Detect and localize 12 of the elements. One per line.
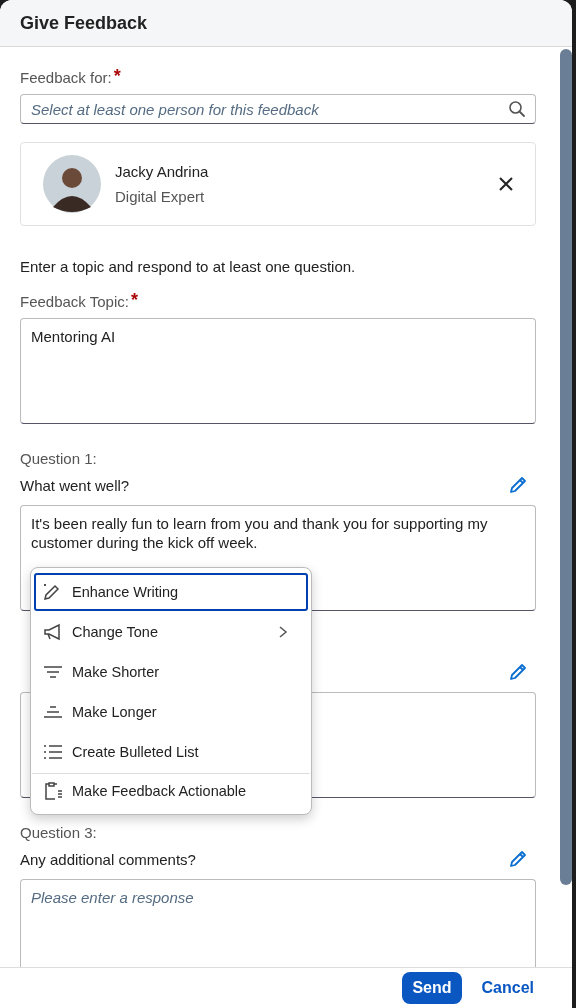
person-name: Jacky Andrina [115, 163, 210, 180]
instruction-text: Enter a topic and respond to at least one question. [20, 258, 357, 275]
question-label: Question 1: [20, 450, 98, 467]
person-role: Digital Expert [115, 188, 206, 205]
field-label: Feedback for: [20, 69, 112, 86]
field-label: Feedback Topic: [20, 293, 129, 310]
question-text: Any additional comments? [20, 850, 196, 868]
question-label: Question 3: [20, 824, 98, 841]
required-mark: * [130, 293, 138, 310]
question-text: What went well? [20, 476, 130, 494]
dialog-title: Give Feedback [20, 12, 148, 34]
required-mark: * [113, 69, 121, 86]
